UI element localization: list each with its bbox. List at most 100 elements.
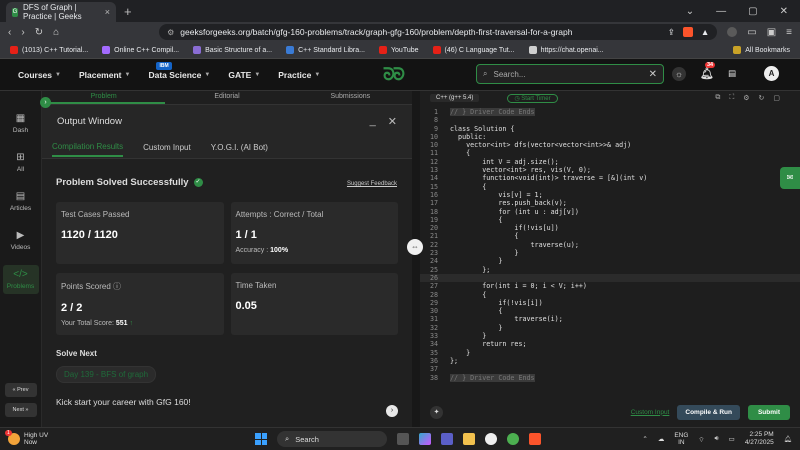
suggest-feedback-link[interactable]: Suggest Feedback (347, 181, 397, 187)
code-line[interactable]: 28 { (420, 291, 800, 299)
nav-gate[interactable]: GATE ▼ (228, 70, 260, 80)
lightbulb-icon[interactable]: ✦ (430, 405, 443, 419)
clear-search-icon[interactable]: ✕ (649, 69, 657, 80)
code-line[interactable]: 18 for (int u : adj[v]) (420, 208, 800, 216)
windows-start-icon[interactable] (255, 433, 267, 445)
code-line[interactable]: 27 for(int i = 0; i < V; i++) (420, 282, 800, 290)
code-line[interactable]: 23 } (420, 249, 800, 257)
github-icon[interactable] (485, 433, 497, 445)
brave-shield-icon[interactable] (682, 27, 693, 37)
notification-bell-icon[interactable]: 🔔︎ 34 (700, 62, 716, 80)
teams-icon[interactable] (441, 433, 453, 445)
code-line[interactable]: 14 function<void(int)> traverse = [&](in… (420, 174, 800, 182)
code-line[interactable]: 13 vector<int> res, vis(V, 0); (420, 166, 800, 174)
new-tab-button[interactable]: + (124, 4, 132, 19)
code-line[interactable]: 35 } (420, 349, 800, 357)
wallet-icon[interactable]: ▣ (767, 27, 776, 38)
tab-close-icon[interactable]: × (105, 7, 110, 17)
start-timer-button[interactable]: ◷ Start Timer (507, 93, 558, 103)
sidebar-item-all[interactable]: ⊞ All (3, 148, 39, 177)
bookmark-item[interactable]: C++ Standard Libra... (286, 46, 365, 54)
tab-submissions[interactable]: Submissions (289, 91, 412, 104)
code-line[interactable]: 30 { (420, 307, 800, 315)
code-line[interactable]: 37 (420, 365, 800, 373)
code-line[interactable]: 17 res.push_back(v); (420, 199, 800, 207)
bookmark-item[interactable]: (46) C Language Tut... (432, 46, 515, 54)
nav-placement[interactable]: Placement ▼ (79, 70, 130, 80)
sidebar-item-problems[interactable]: </> Problems (2, 265, 39, 294)
code-area[interactable]: 1 // } Driver Code Ends 8 9 class Solution {… (420, 108, 800, 382)
code-line[interactable]: 22 traverse(u); (420, 241, 800, 249)
home-icon[interactable]: ⌂ (53, 27, 59, 38)
library-icon[interactable]: ▤ (728, 68, 736, 79)
language-indicator[interactable]: ENG IN (674, 432, 688, 446)
nav-courses[interactable]: Courses ▼ (18, 70, 61, 80)
code-line[interactable]: 34 return res; (420, 340, 800, 348)
maximize-icon[interactable]: ▢ (748, 6, 757, 17)
code-line[interactable]: 11 { (420, 149, 800, 157)
notifications-icon[interactable]: 🔔︎ (784, 435, 792, 443)
tab-editorial[interactable]: Editorial (165, 91, 288, 104)
gfg-logo[interactable]: ᘐᘐ (383, 65, 405, 85)
tray-chevron-icon[interactable]: ⌃ (642, 435, 647, 443)
code-line[interactable]: 10 public: (420, 133, 800, 141)
code-line[interactable]: 9 class Solution { (420, 125, 800, 133)
all-bookmarks[interactable]: All Bookmarks (733, 46, 790, 54)
menu-icon[interactable]: ≡ (786, 27, 792, 38)
code-line[interactable]: 10 vector<int> dfs(vector<vector<int>>& … (420, 141, 800, 149)
window-close-icon[interactable]: ✕ (780, 6, 788, 17)
sidebar-item-videos[interactable]: ▶ Videos (3, 226, 39, 255)
code-line[interactable]: 29 if(!vis[i]) (420, 299, 800, 307)
task-view-icon[interactable] (397, 433, 409, 445)
clock[interactable]: 2:25 PM 4/27/2025 (745, 431, 774, 447)
url-bar[interactable]: ⚙ geeksforgeeks.org/batch/gfg-160-proble… (159, 24, 718, 40)
next-button[interactable]: Next » (4, 403, 37, 417)
file-explorer-icon[interactable] (463, 433, 475, 445)
extension-icon[interactable] (727, 27, 738, 37)
language-select[interactable]: C++ (g++ 5.4) (430, 94, 480, 102)
bookmark-item[interactable]: https://chat.openai... (528, 46, 604, 54)
copilot-icon[interactable] (419, 433, 431, 445)
code-line[interactable]: 20 if(!vis[u]) (420, 224, 800, 232)
tab-custom-input[interactable]: Custom Input (143, 139, 191, 156)
code-line[interactable]: 32 } (420, 324, 800, 332)
submit-button[interactable]: Submit (747, 404, 790, 420)
nav-practice[interactable]: Practice ▼ (278, 70, 320, 80)
volume-icon[interactable]: 🔊︎ (715, 435, 719, 443)
custom-input-link[interactable]: Custom Input (631, 409, 670, 416)
close-output-icon[interactable]: ✕ (388, 115, 397, 128)
minimize-output-icon[interactable]: _ (370, 115, 376, 128)
code-line[interactable]: 31 traverse(i); (420, 315, 800, 323)
code-line[interactable]: 1 // } Driver Code Ends (420, 108, 800, 117)
bookmark-item[interactable]: Basic Structure of a... (193, 46, 272, 54)
chat-icon[interactable]: ✉ (780, 167, 800, 189)
code-line[interactable]: 38 // } Driver Code Ends (420, 373, 800, 382)
copy-icon[interactable]: ⧉ (715, 94, 720, 102)
tab-problem[interactable]: Problem (42, 91, 166, 104)
share-icon[interactable]: ⇪ (668, 27, 675, 38)
forward-icon[interactable]: › (21, 27, 24, 38)
code-line[interactable]: 16 vis[v] = 1; (420, 191, 800, 199)
tab-yogi-bot[interactable]: Y.O.G.I. (AI Bot) (211, 139, 268, 156)
reset-icon[interactable]: ↻ (759, 94, 765, 102)
collapse-sidebar-icon[interactable]: › (40, 97, 51, 108)
code-line[interactable]: 36}; (420, 357, 800, 365)
code-line[interactable]: 33 } (420, 332, 800, 340)
back-icon[interactable]: ‹ (8, 27, 11, 38)
code-line[interactable]: 8 (420, 116, 800, 124)
taskbar-search[interactable]: ⌕ Search (277, 431, 387, 447)
code-line[interactable]: 19 { (420, 216, 800, 224)
chevron-right-icon[interactable]: › (386, 405, 398, 417)
brave-browser-icon[interactable] (529, 433, 541, 445)
minimize-icon[interactable]: — (716, 6, 726, 17)
nav-data-science[interactable]: IBM Data Science ▼ (148, 61, 210, 80)
code-line[interactable]: 25 }; (420, 266, 800, 274)
rewards-icon[interactable]: ▲ (701, 27, 709, 37)
tab-compilation-results[interactable]: Compilation Results (52, 138, 124, 157)
window-menu-icon[interactable]: ⌄ (686, 6, 694, 17)
chrome-icon[interactable] (507, 433, 519, 445)
sidebar-item-articles[interactable]: ▤ Articles (3, 187, 39, 216)
code-line[interactable]: 26 (420, 273, 800, 283)
more-icon[interactable]: ▢ (773, 94, 780, 102)
pane-splitter[interactable]: ⇔ (407, 91, 423, 427)
